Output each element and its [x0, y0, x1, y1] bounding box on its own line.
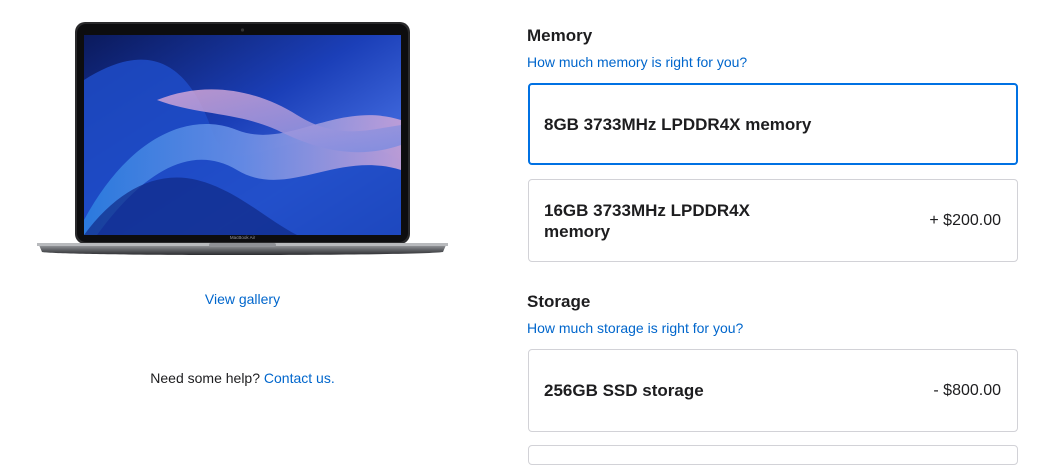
- storage-option-label: 256GB SSD storage: [544, 381, 704, 400]
- memory-option-price: + $200.00: [929, 211, 1001, 229]
- memory-help-link[interactable]: How much memory is right for you?: [527, 54, 747, 70]
- product-image: MacBook Air: [37, 20, 448, 260]
- storage-option-256gb[interactable]: 256GB SSD storage - $800.00: [528, 349, 1018, 432]
- memory-section-title: Memory: [527, 26, 593, 45]
- help-prompt: Need some help?: [150, 370, 261, 386]
- view-gallery-link[interactable]: View gallery: [0, 291, 485, 307]
- storage-help-link[interactable]: How much storage is right for you?: [527, 320, 743, 336]
- memory-option-label: 16GB 3733MHz LPDDR4X memory: [544, 200, 750, 241]
- memory-option-label: 8GB 3733MHz LPDDR4X memory: [544, 114, 812, 134]
- memory-option-8gb[interactable]: 8GB 3733MHz LPDDR4X memory: [528, 83, 1018, 165]
- laptop-badge: MacBook Air: [230, 235, 256, 240]
- storage-option-price: - $800.00: [933, 381, 1001, 399]
- storage-section-title: Storage: [527, 292, 591, 311]
- storage-option-next[interactable]: [528, 445, 1018, 465]
- memory-option-16gb[interactable]: 16GB 3733MHz LPDDR4X memory + $200.00: [528, 179, 1018, 262]
- contact-us-link[interactable]: Contact us.: [264, 370, 335, 386]
- help-text: Need some help? Contact us.: [0, 370, 485, 386]
